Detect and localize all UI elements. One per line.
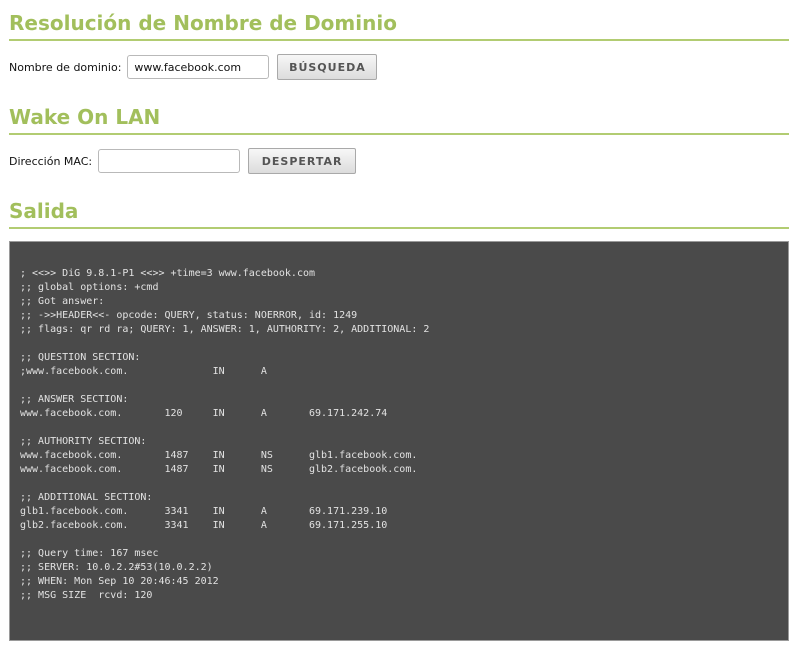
wol-section-divider (9, 133, 789, 135)
dig-output-text: ; <<>> DiG 9.8.1-P1 <<>> +time=3 www.fac… (20, 268, 430, 601)
domain-name-input[interactable] (127, 55, 270, 79)
output-panel: ; <<>> DiG 9.8.1-P1 <<>> +time=3 www.fac… (9, 241, 789, 641)
domain-name-label: Nombre de dominio: (9, 60, 122, 74)
output-section-title: Salida (9, 199, 79, 223)
mac-address-label: Dirección MAC: (9, 154, 93, 168)
mac-address-input[interactable] (98, 149, 241, 173)
wol-form: Dirección MAC: DESPERTAR (9, 148, 357, 174)
output-section-divider (9, 227, 789, 229)
dns-section-title: Resolución de Nombre de Dominio (9, 11, 397, 35)
wol-section-title: Wake On LAN (9, 105, 161, 129)
wake-button[interactable]: DESPERTAR (248, 148, 357, 174)
dns-section-divider (9, 39, 789, 41)
dns-form: Nombre de dominio: BÚSQUEDA (9, 54, 378, 80)
search-button[interactable]: BÚSQUEDA (277, 54, 378, 80)
